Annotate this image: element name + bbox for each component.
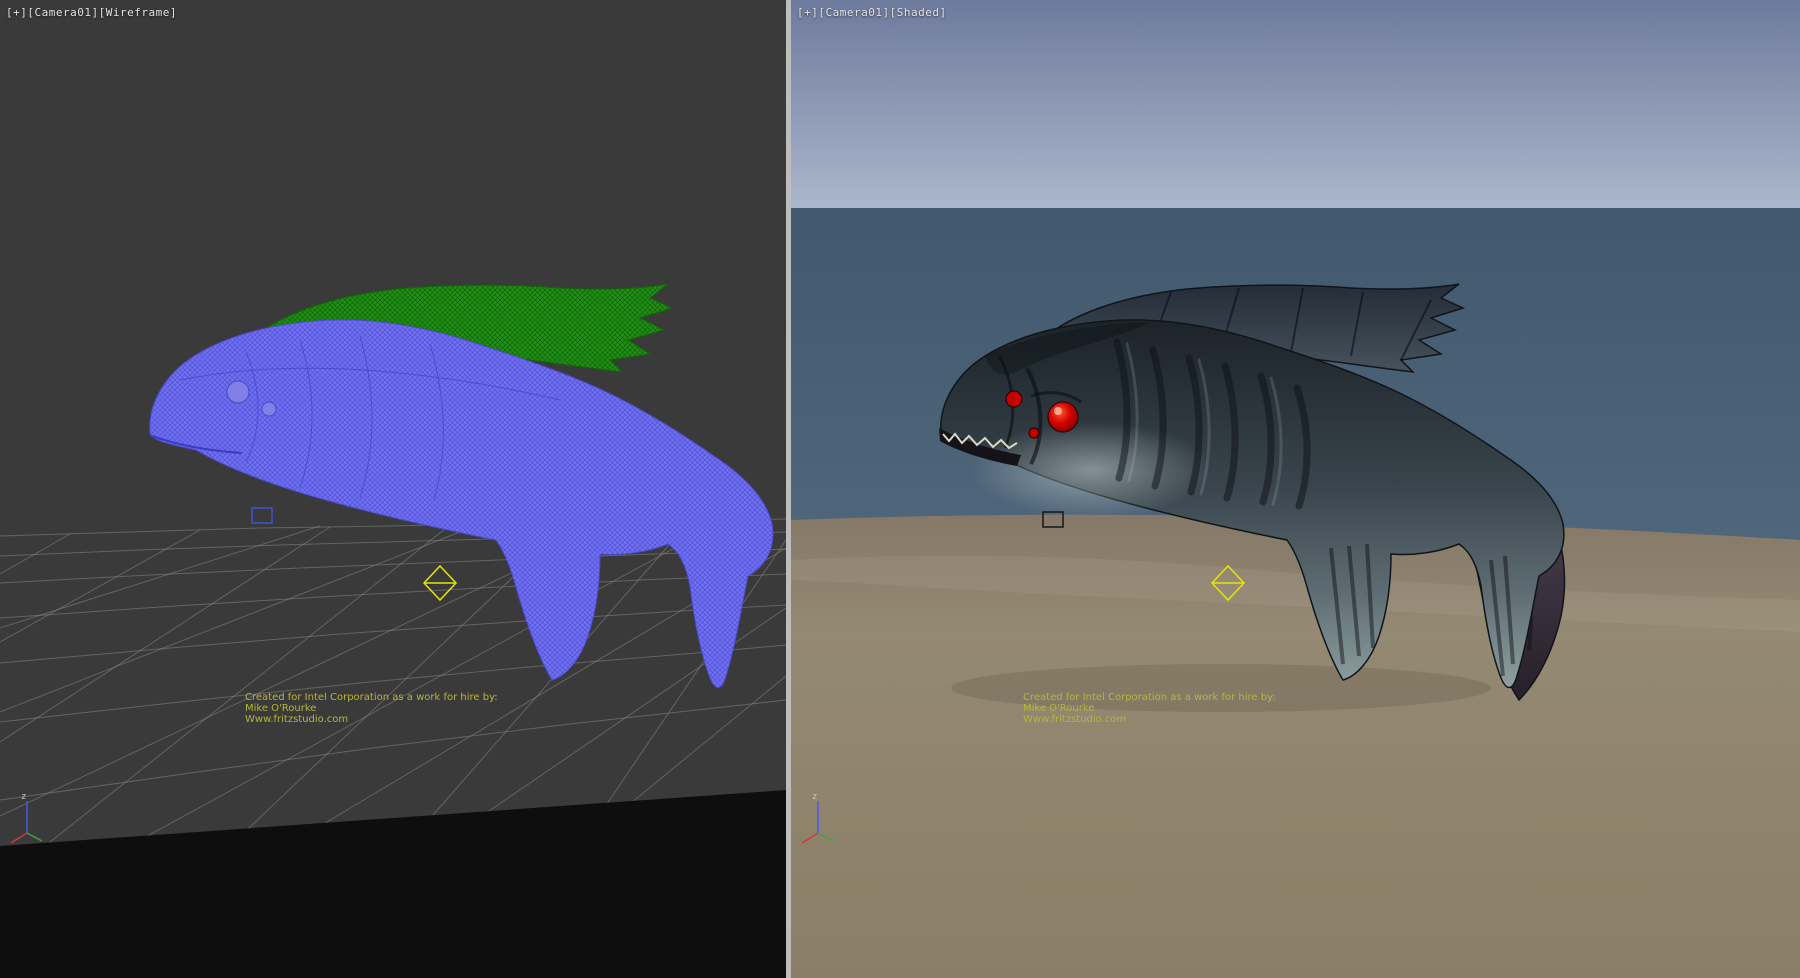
fish-eye-spot — [227, 381, 249, 403]
wireframe-scene: z — [0, 0, 786, 978]
watermark-line1: Created for Intel Corporation as a work … — [245, 692, 498, 703]
axis-z-label: z — [812, 792, 817, 802]
viewport-shaded[interactable]: z [+][Camera01][Shaded] Created for Inte… — [791, 0, 1800, 978]
watermark-line3: Www.fritzstudio.com — [245, 714, 498, 725]
fish-eye-tertiary — [1029, 428, 1039, 438]
watermark: Created for Intel Corporation as a work … — [1023, 692, 1276, 725]
fish-model-wireframe[interactable] — [150, 284, 773, 688]
watermark-line3: Www.fritzstudio.com — [1023, 714, 1276, 725]
fish-eye-spot-small — [262, 402, 276, 416]
fish-eye-secondary — [1006, 391, 1022, 407]
shaded-scene: z — [791, 0, 1800, 978]
fish-belly-highlight — [971, 422, 1211, 518]
fish-eye-main — [1048, 402, 1078, 432]
viewport-label-wireframe[interactable]: [+][Camera01][Wireframe] — [6, 6, 177, 19]
helper-box[interactable] — [252, 508, 272, 523]
watermark-line1: Created for Intel Corporation as a work … — [1023, 692, 1276, 703]
viewport-label-shaded[interactable]: [+][Camera01][Shaded] — [797, 6, 947, 19]
application-window: z [+][Camera01][Wireframe] Created for I… — [0, 0, 1800, 978]
axis-y — [27, 833, 42, 841]
watermark-line2: Mike O'Rourke — [245, 703, 498, 714]
bone-gizmo[interactable] — [424, 566, 456, 600]
axis-x — [11, 833, 27, 843]
world-axis-gizmo: z — [11, 792, 42, 843]
grid-front-apron — [0, 790, 786, 978]
sky — [791, 0, 1800, 208]
fish-eye-main-highlight — [1054, 407, 1062, 415]
axis-z-label: z — [21, 792, 26, 802]
viewport-wireframe[interactable]: z [+][Camera01][Wireframe] Created for I… — [0, 0, 786, 978]
watermark: Created for Intel Corporation as a work … — [245, 692, 498, 725]
watermark-line2: Mike O'Rourke — [1023, 703, 1276, 714]
fish-body-wires — [150, 320, 773, 688]
